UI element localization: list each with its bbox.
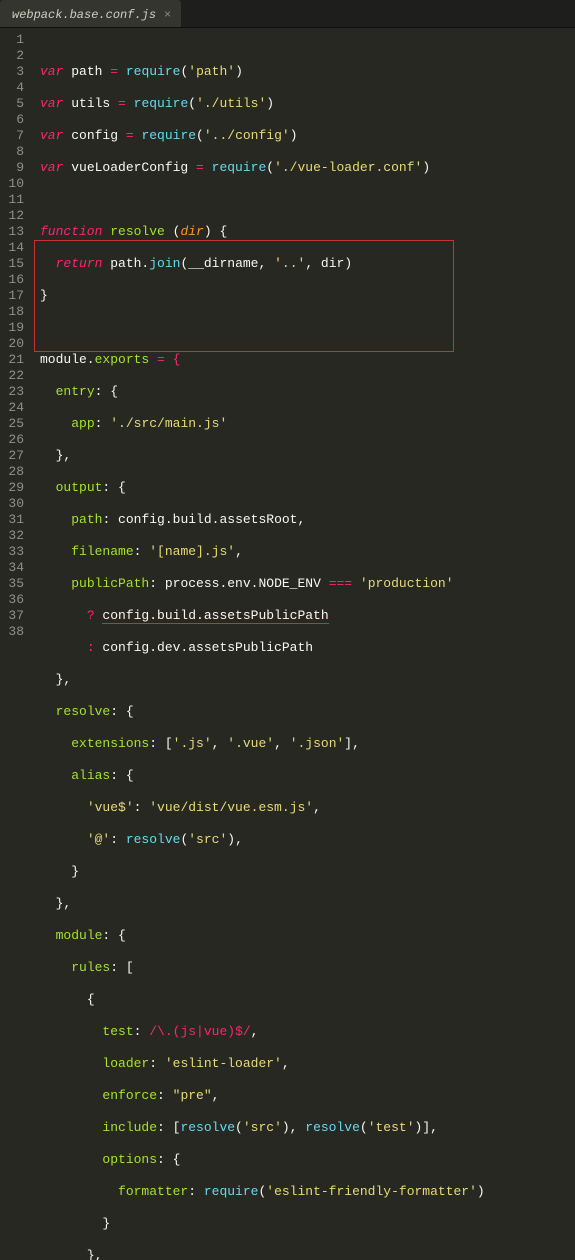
code-line: }, [40,896,575,912]
tab-webpack-base-conf[interactable]: webpack.base.conf.js × [0,0,181,27]
line-number: 10 [6,176,24,192]
code-line: filename: '[name].js', [40,544,575,560]
code-line: } [40,1216,575,1232]
code-line: '@': resolve('src'), [40,832,575,848]
code-line: entry: { [40,384,575,400]
code-line: function resolve (dir) { [40,224,575,240]
line-number: 20 [6,336,24,352]
code-line: app: './src/main.js' [40,416,575,432]
line-number: 37 [6,608,24,624]
code-line: module.exports = { [40,352,575,368]
code-area[interactable]: var path = require('path') var utils = r… [34,28,575,630]
line-number: 32 [6,528,24,544]
line-number: 38 [6,624,24,640]
code-line: loader: 'eslint-loader', [40,1056,575,1072]
line-gutter: 1234567891011121314151617181920212223242… [0,28,34,630]
line-number: 16 [6,272,24,288]
code-line: var config = require('../config') [40,128,575,144]
code-line: extensions: ['.js', '.vue', '.json'], [40,736,575,752]
line-number: 9 [6,160,24,176]
line-number: 25 [6,416,24,432]
code-line: alias: { [40,768,575,784]
code-line: }, [40,1248,575,1260]
tab-title: webpack.base.conf.js [12,8,156,22]
line-number: 14 [6,240,24,256]
tab-bar: webpack.base.conf.js × [0,0,575,28]
line-number: 29 [6,480,24,496]
line-number: 4 [6,80,24,96]
code-line: output: { [40,480,575,496]
code-line: module: { [40,928,575,944]
line-number: 18 [6,304,24,320]
line-number: 36 [6,592,24,608]
code-line: enforce: "pre", [40,1088,575,1104]
line-number: 24 [6,400,24,416]
line-number: 35 [6,576,24,592]
code-line: ? config.build.assetsPublicPath [40,608,575,624]
code-line: formatter: require('eslint-friendly-form… [40,1184,575,1200]
code-line: return path.join(__dirname, '..', dir) [40,256,575,272]
line-number: 27 [6,448,24,464]
code-line [40,192,575,208]
line-number: 23 [6,384,24,400]
line-number: 11 [6,192,24,208]
line-number: 5 [6,96,24,112]
line-number: 22 [6,368,24,384]
code-line: options: { [40,1152,575,1168]
code-line: : config.dev.assetsPublicPath [40,640,575,656]
code-line: publicPath: process.env.NODE_ENV === 'pr… [40,576,575,592]
line-number: 19 [6,320,24,336]
line-number: 13 [6,224,24,240]
line-number: 2 [6,48,24,64]
line-number: 1 [6,32,24,48]
line-number: 17 [6,288,24,304]
code-line: var vueLoaderConfig = require('./vue-loa… [40,160,575,176]
code-line: 'vue$': 'vue/dist/vue.esm.js', [40,800,575,816]
line-number: 8 [6,144,24,160]
line-number: 26 [6,432,24,448]
code-line: resolve: { [40,704,575,720]
code-line [40,320,575,336]
code-line: path: config.build.assetsRoot, [40,512,575,528]
code-line: rules: [ [40,960,575,976]
line-number: 31 [6,512,24,528]
code-line: test: /\.(js|vue)$/, [40,1024,575,1040]
line-number: 7 [6,128,24,144]
close-icon[interactable]: × [164,8,171,22]
code-line: } [40,288,575,304]
code-line: include: [resolve('src'), resolve('test'… [40,1120,575,1136]
line-number: 21 [6,352,24,368]
code-line: }, [40,448,575,464]
code-line: }, [40,672,575,688]
line-number: 34 [6,560,24,576]
code-line: { [40,992,575,1008]
line-number: 28 [6,464,24,480]
line-number: 15 [6,256,24,272]
code-line: } [40,864,575,880]
line-number: 3 [6,64,24,80]
editor[interactable]: 1234567891011121314151617181920212223242… [0,28,575,630]
line-number: 12 [6,208,24,224]
line-number: 6 [6,112,24,128]
code-line: var path = require('path') [40,64,575,80]
code-line: var utils = require('./utils') [40,96,575,112]
line-number: 30 [6,496,24,512]
line-number: 33 [6,544,24,560]
